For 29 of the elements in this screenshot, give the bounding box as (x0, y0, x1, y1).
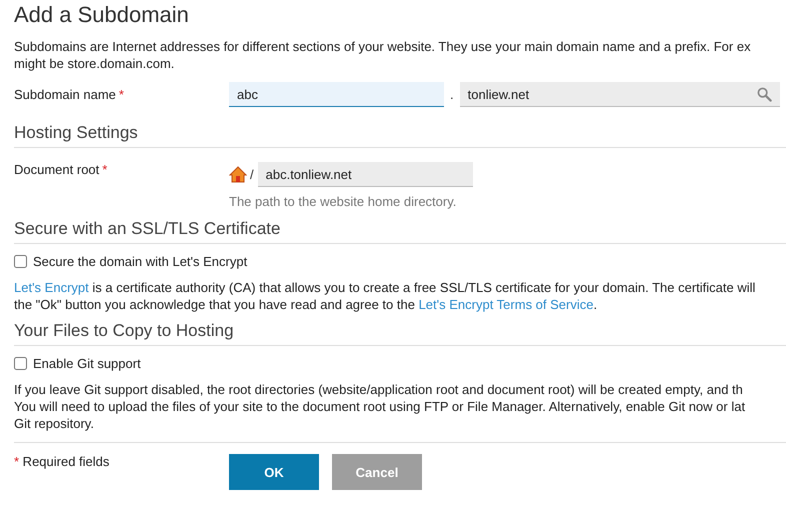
cancel-button[interactable]: Cancel (332, 454, 422, 490)
required-note: Required fields (22, 454, 110, 469)
document-root-input[interactable]: abc.tonliew.net (258, 162, 473, 187)
search-icon (756, 86, 772, 102)
description-text: Subdomains are Internet addresses for different sections of your website. They use your main domain name and a prefix. For ex might be store.domain.com. (14, 38, 752, 72)
ok-button[interactable]: OK (229, 454, 319, 490)
link[interactable]: Let's Encrypt (14, 280, 89, 295)
description-text: If you leave Git support disabled, the root directories (website/application root and document root) will be created empty, and th You will need to upload the files of your site to the document root using FTP or File Manager. Alternatively, enable Git now or lat Git repository. (14, 381, 746, 432)
separator-text: / (250, 167, 254, 182)
link[interactable]: Let's Encrypt Terms of Service (418, 297, 594, 312)
section-heading: Your Files to Copy to Hosting (14, 321, 786, 346)
field-label: Document root (14, 162, 100, 177)
checkbox[interactable] (14, 255, 27, 268)
hint-text: The path to the website home directory. (229, 194, 458, 209)
required-mark: * (14, 454, 20, 469)
description-text: Let's Encrypt is a certificate authority (CA) that allows you to create a free SSL/TLS certificate for your domain. The certificate will the "Ok" button you acknowledge that you have read and agree to the Let's Encrypt Terms of Service. (14, 279, 756, 313)
section-heading: Secure with an SSL/TLS Certificate (14, 219, 786, 244)
domain-select[interactable]: tonliew.net (460, 82, 780, 107)
checkbox-label: Enable Git support (33, 356, 141, 371)
home-icon (229, 166, 247, 183)
required-mark: * (102, 162, 108, 177)
checkbox-label: Secure the domain with Let's Encrypt (33, 254, 248, 269)
field-label: Subdomain name (14, 87, 117, 102)
page-title: Add a Subdomain (14, 2, 190, 28)
checkbox[interactable] (14, 357, 27, 370)
required-mark: * (118, 87, 124, 102)
section-heading: Hosting Settings (14, 123, 786, 148)
subdomain-input[interactable]: abc (229, 82, 444, 107)
separator-text: . (450, 87, 454, 102)
